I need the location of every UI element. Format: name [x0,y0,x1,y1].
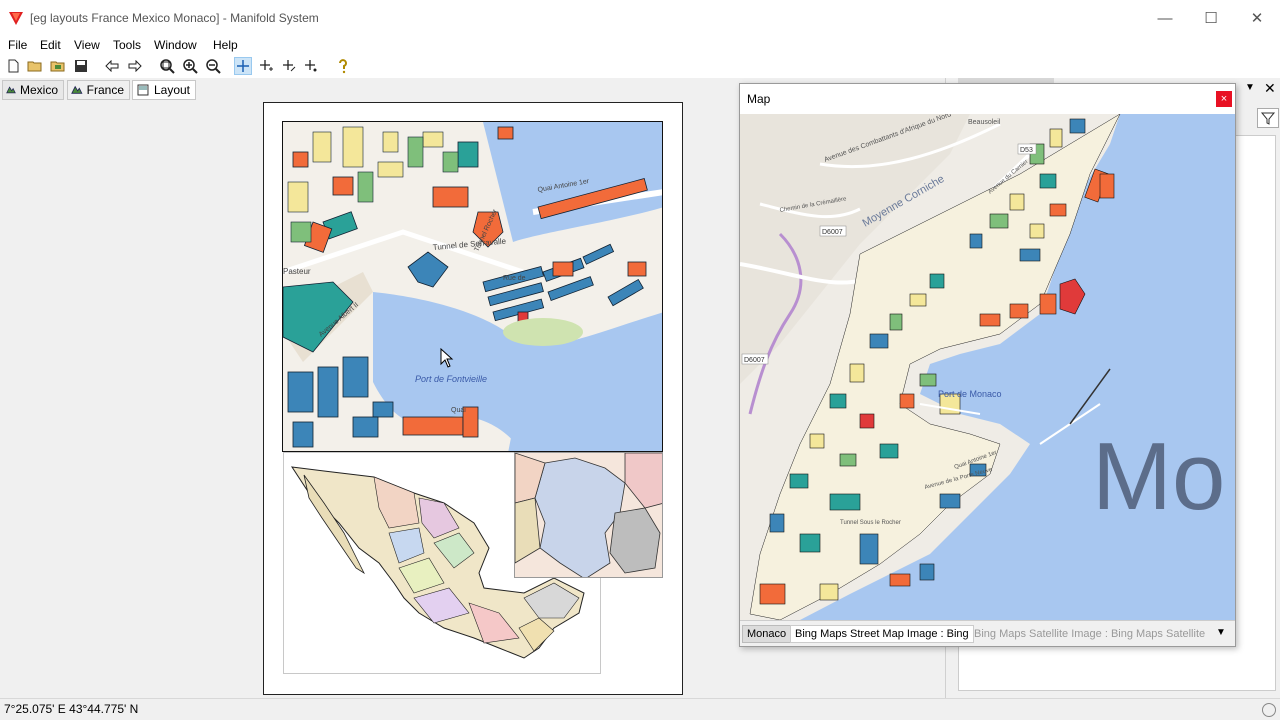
save-icon[interactable] [72,57,90,75]
add-point-tool-icon[interactable] [257,57,275,75]
menu-edit[interactable]: Edit [40,38,61,52]
new-file-icon[interactable] [4,57,22,75]
close-button[interactable]: ✕ [1234,0,1280,36]
map-icon [71,85,83,94]
tab-layout[interactable]: Layout [132,80,196,100]
help-icon[interactable] [334,57,352,75]
monaco-label-port: Port de Fontvieille [415,374,487,384]
manifold-app-icon [9,12,23,25]
status-bar: 7°25.075' E 43°44.775' N [0,698,1280,720]
select-tool-icon[interactable] [302,57,320,75]
map-window-close-button[interactable]: × [1216,91,1232,107]
map-label-d53: D53 [1020,147,1033,154]
panel-dropdown-icon[interactable]: ▼ [1245,82,1259,96]
pointer-tool-icon[interactable] [234,57,252,75]
tab-france-label: France [86,83,124,97]
map-label-port: Port de Monaco [938,389,1002,399]
window-title: [eg layouts France Mexico Monaco] - Mani… [30,11,319,25]
menu-window[interactable]: Window [154,38,197,52]
tab-france[interactable]: France [67,80,130,100]
filter-icon[interactable] [1257,108,1279,128]
layer-dropdown-icon[interactable]: ▼ [1216,627,1226,638]
map-label-beausoleil: Beausoleil [968,119,1001,126]
map-canvas[interactable]: Beausoleil Avenue des Combattants d'Afri… [740,114,1235,620]
map-icon [6,86,16,94]
monaco-map-view: Beausoleil Avenue des Combattants d'Afri… [740,114,1235,620]
title-bar: [eg layouts France Mexico Monaco] - Mani… [0,0,1280,36]
zoom-extent-icon[interactable] [158,57,176,75]
edit-tool-icon[interactable] [280,57,298,75]
menu-bar: File Edit View Tools Window Help [0,36,1280,54]
mouse-cursor-icon [440,348,454,368]
panel-close-icon[interactable]: ✕ [1264,80,1278,96]
france-map-image [515,453,662,577]
map-label-tunnel: Tunnel Sous le Rocher [840,520,901,526]
layer-tab-bing-street[interactable]: Bing Maps Street Map Image : Bing [790,625,974,643]
map-window[interactable]: Map × Beausoleil Avenue des Combattants … [739,83,1236,647]
monaco-label-rue: Rue de [503,275,526,282]
map-label-monaco-big: Mo [1092,423,1225,530]
monaco-label-quai2: Quai [451,407,466,414]
monaco-map-frame[interactable]: Tunnel de Serravalle Quai Antoine 1er Po… [282,121,663,452]
menu-file[interactable]: File [8,38,27,52]
menu-tools[interactable]: Tools [113,38,141,52]
layer-tabs-bar: Monaco Bing Maps Street Map Image : Bing… [740,620,1235,646]
back-arrow-icon[interactable] [103,57,121,75]
map-window-titlebar[interactable]: Map × [740,84,1235,114]
tab-layout-label: Layout [153,83,190,97]
toolbar [0,54,1280,78]
layout-icon [137,84,149,96]
menu-help[interactable]: Help [213,38,238,52]
monaco-label-pasteur: Pasteur [283,267,311,276]
forward-arrow-icon[interactable] [126,57,144,75]
open-folder-icon[interactable] [26,57,44,75]
maximize-button[interactable]: ☐ [1188,0,1234,36]
component-tabs-bar: Mexico France Layout [0,78,740,100]
map-window-title: Map [747,92,771,106]
france-map-frame[interactable] [514,452,663,578]
zoom-out-icon[interactable] [204,57,222,75]
status-indicator-icon [1262,703,1276,717]
minimize-button[interactable]: — [1142,0,1188,36]
monaco-map-image: Tunnel de Serravalle Quai Antoine 1er Po… [283,122,662,451]
open-project-icon[interactable] [49,57,67,75]
layer-tab-bing-satellite[interactable]: Bing Maps Satellite Image : Bing Maps Sa… [970,625,1209,643]
tab-mexico-label: Mexico [19,83,58,97]
map-label-d6007-a: D6007 [822,229,843,236]
cursor-coordinates: 7°25.075' E 43°44.775' N [4,702,139,716]
zoom-in-icon[interactable] [181,57,199,75]
tab-mexico[interactable]: Mexico [2,80,64,100]
layer-tab-monaco[interactable]: Monaco [742,625,792,643]
menu-view[interactable]: View [74,38,100,52]
map-label-d6007-b: D6007 [744,357,765,364]
